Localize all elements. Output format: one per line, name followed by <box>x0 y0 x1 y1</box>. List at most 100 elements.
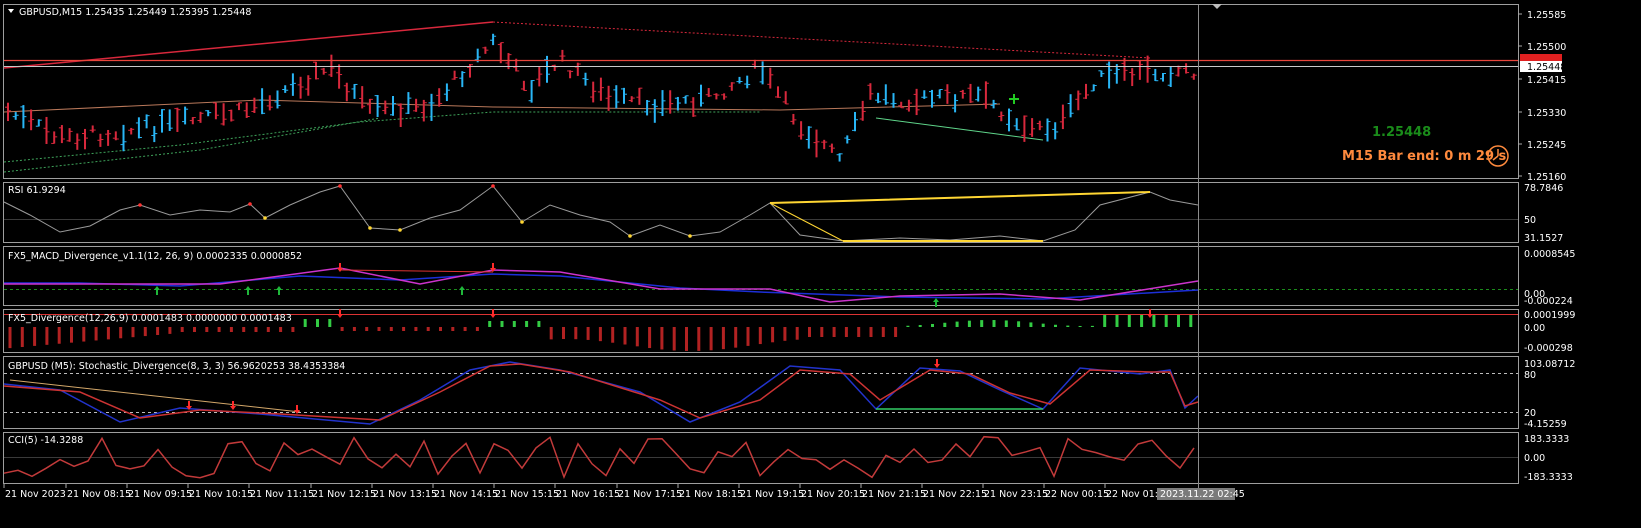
time-label: 21 Nov 15:15 <box>495 489 559 500</box>
macd-axis-label: 0.0008545 <box>1524 249 1575 260</box>
rsi-marker <box>138 203 142 207</box>
histogram-bar <box>918 325 922 327</box>
time-label: 21 Nov 08:15 <box>67 489 131 500</box>
time-label: 22 Nov 00:15 <box>1045 489 1109 500</box>
histogram-bar <box>574 327 578 340</box>
histogram-bar <box>857 327 861 337</box>
bar-end-timer: M15 Bar end: 0 m 29 s <box>1342 149 1507 164</box>
histogram-bar <box>844 327 848 337</box>
bid-price-label: 1.25448 <box>1527 62 1566 73</box>
histogram-bar <box>746 327 750 346</box>
time-label: 21 Nov 14:15 <box>434 489 498 500</box>
histogram-bar <box>709 327 713 351</box>
histogram-bar <box>439 327 442 331</box>
stoch-axis-label: 103.08712 <box>1524 359 1575 370</box>
rsi-header: RSI 61.9294 <box>8 185 66 196</box>
histogram-bar <box>279 327 283 332</box>
histogram-bar <box>229 327 233 332</box>
histogram-bar <box>808 327 811 337</box>
fx5-header: FX5_Divergence(12,26,9) 0.0001483 0.0000… <box>8 313 292 324</box>
crosshair-time-label: 2023.11.22 02:45 <box>1160 489 1245 500</box>
stoch-header: GBPUSD (M5): Stochastic_Divergence(8, 3,… <box>8 361 345 372</box>
histogram-bar <box>1066 325 1070 327</box>
histogram-bar <box>180 327 184 332</box>
histogram-bar <box>1115 315 1119 327</box>
histogram-bar <box>1004 320 1008 327</box>
histogram-bar <box>106 327 110 340</box>
histogram-bar <box>549 327 553 340</box>
histogram-bar <box>463 327 467 331</box>
histogram-bar <box>611 327 615 343</box>
histogram-bar <box>660 327 664 350</box>
histogram-bar <box>894 327 898 337</box>
histogram-bar <box>57 327 61 344</box>
bid-price-display: 1.25448 <box>1372 125 1431 140</box>
histogram-bar <box>1152 315 1156 327</box>
time-label: 21 Nov 20:15 <box>801 489 865 500</box>
histogram-bar <box>131 327 135 338</box>
histogram-bar <box>94 327 98 341</box>
histogram-bar <box>685 327 688 351</box>
histogram-bar <box>8 327 12 349</box>
histogram-bar <box>697 327 701 351</box>
histogram-bar <box>771 327 775 343</box>
histogram-bar <box>623 327 627 345</box>
histogram-bar <box>33 327 37 346</box>
histogram-bar <box>537 321 541 327</box>
histogram-bar <box>967 320 971 327</box>
time-label: 21 Nov 13:15 <box>373 489 437 500</box>
histogram-bar <box>1140 315 1144 327</box>
histogram-bar <box>1127 315 1131 327</box>
histogram-bar <box>869 327 873 337</box>
cci-axis-label: 183.3333 <box>1524 434 1569 445</box>
histogram-bar <box>721 327 725 350</box>
histogram-bar <box>1017 321 1021 327</box>
histogram-bar <box>217 327 221 332</box>
price-tick: 1.25245 <box>1527 140 1566 151</box>
histogram-bar <box>389 327 393 331</box>
time-label: 21 Nov 2023 <box>5 489 66 500</box>
histogram-bar <box>316 319 319 327</box>
histogram-bar <box>525 321 529 327</box>
histogram-bar <box>931 323 934 327</box>
time-label: 21 Nov 22:15 <box>923 489 987 500</box>
histogram-bar <box>955 321 959 327</box>
histogram-bar <box>734 327 738 348</box>
histogram-bar <box>266 327 270 332</box>
price-tick: 1.25330 <box>1527 108 1566 119</box>
time-label: 21 Nov 19:15 <box>740 489 804 500</box>
rsi-marker <box>248 202 252 206</box>
histogram-bar <box>168 327 172 334</box>
histogram-bar <box>475 327 479 331</box>
histogram-bar <box>143 327 147 337</box>
trading-chart[interactable]: GBPUSD,M15 1.25435 1.25449 1.25395 1.254… <box>0 0 1641 528</box>
histogram-bar <box>783 327 787 341</box>
cci-axis-label: 0.00 <box>1524 453 1545 464</box>
rsi-marker <box>398 228 402 232</box>
price-tick: 1.25585 <box>1527 10 1566 21</box>
histogram-bar <box>45 327 49 345</box>
histogram-bar <box>1054 324 1057 327</box>
rsi-marker <box>491 184 495 188</box>
histogram-bar <box>426 327 430 331</box>
histogram-bar <box>1029 322 1033 327</box>
histogram-bar <box>328 319 332 327</box>
cci-header: CCI(5) -14.3288 <box>8 435 83 446</box>
histogram-bar <box>512 321 516 327</box>
price-tick: 1.25500 <box>1527 42 1566 53</box>
time-label: 21 Nov 17:15 <box>618 489 682 500</box>
histogram-bar <box>758 327 762 345</box>
stoch-axis-label: -4.15259 <box>1524 419 1567 430</box>
macd-header: FX5_MACD_Divergence_v1.1(12, 26, 9) 0.00… <box>8 251 302 262</box>
histogram-bar <box>820 327 824 337</box>
histogram-bar <box>156 327 160 335</box>
rsi-marker <box>368 226 372 230</box>
time-label: 21 Nov 16:15 <box>556 489 620 500</box>
time-label: 21 Nov 11:15 <box>250 489 314 500</box>
histogram-bar <box>586 327 590 340</box>
histogram-bar <box>82 327 86 342</box>
histogram-bar <box>598 327 602 342</box>
rsi-marker <box>688 234 692 238</box>
histogram-bar <box>70 327 73 343</box>
histogram-bar <box>500 321 504 327</box>
